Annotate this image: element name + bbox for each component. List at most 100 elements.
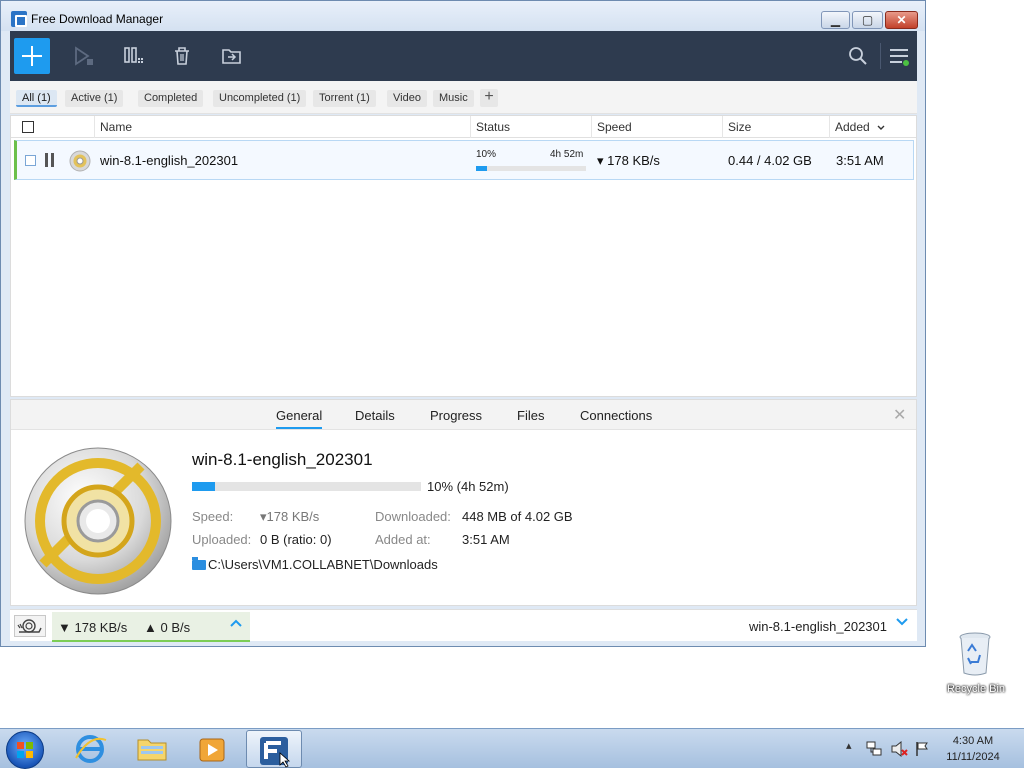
media-player-icon [199, 738, 225, 762]
title-bar[interactable]: Free Download Manager ▁ ▢ ✕ [1, 1, 925, 31]
details-progress-fill [192, 482, 215, 491]
tab-progress[interactable]: Progress [430, 408, 482, 423]
details-panel: General Details Progress Files Connectio… [10, 399, 917, 606]
chevron-down-icon[interactable] [896, 617, 908, 627]
folder-icon [192, 557, 206, 570]
recycle-bin[interactable]: Recycle Bin [947, 631, 1005, 701]
status-current-download: win-8.1-english_202301 [748, 619, 887, 634]
close-button[interactable]: ✕ [885, 11, 918, 29]
download-row[interactable]: win-8.1-english_202301 10% 4h 52m ▾ 178 … [14, 140, 914, 180]
row-size: 0.44 / 4.02 GB [728, 153, 812, 168]
network-icon[interactable] [866, 741, 884, 757]
filter-active[interactable]: Active (1) [65, 90, 124, 107]
status-bar: ▼ 178 KB/s ▲ 0 B/s win-8.1-english_20230… [10, 609, 917, 642]
menu-icon[interactable] [888, 45, 910, 67]
minimize-icon: ▁ [830, 13, 841, 27]
added-at-value: 3:51 AM [462, 532, 510, 547]
fdm-app-icon [11, 11, 27, 27]
window-title: Free Download Manager [31, 12, 164, 26]
uploaded-label: Uploaded: [192, 532, 252, 547]
clock-time: 4:30 AM [952, 735, 994, 747]
delete-icon[interactable] [171, 45, 193, 67]
main-toolbar [10, 31, 917, 81]
details-tabs: General Details Progress Files Connectio… [11, 400, 916, 430]
pause-icon[interactable] [44, 153, 56, 167]
row-name: win-8.1-english_202301 [100, 153, 239, 168]
row-added: 3:51 AM [836, 153, 884, 168]
move-icon[interactable] [221, 45, 243, 67]
tab-general[interactable]: General [276, 408, 323, 429]
clock-date: 11/11/2024 [946, 751, 1000, 763]
upload-speed: ▲ 0 B/s [144, 620, 191, 635]
pause-all-icon[interactable] [123, 45, 145, 67]
row-speed: ▾ 178 KB/s [597, 153, 660, 168]
filter-uncompleted[interactable]: Uncompleted (1) [213, 90, 307, 107]
speed-label: Speed: [192, 509, 234, 524]
filter-video[interactable]: Video [387, 90, 427, 107]
start-button[interactable] [6, 731, 44, 769]
taskbar-file-explorer[interactable] [124, 730, 180, 768]
column-header: Name Status Speed Size Added [11, 116, 916, 138]
filter-completed[interactable]: Completed [138, 90, 204, 107]
search-icon[interactable] [847, 45, 869, 67]
toolbar-separator [880, 43, 881, 69]
chevron-up-icon[interactable] [230, 618, 242, 628]
download-speed: ▼ 178 KB/s [58, 620, 128, 635]
tab-connections[interactable]: Connections [580, 408, 652, 423]
row-progress-fill [476, 166, 487, 171]
taskbar-media-player[interactable] [185, 730, 241, 768]
filter-bar: All (1) Active (1) Completed Uncompleted… [10, 81, 917, 114]
downloaded-value: 448 MB of 4.02 GB [462, 509, 573, 524]
resume-icon[interactable] [72, 45, 94, 67]
minimize-button[interactable]: ▁ [821, 11, 850, 29]
windows-logo-icon [17, 742, 33, 758]
row-progress-bar [476, 166, 586, 171]
snail-icon [17, 619, 42, 633]
column-size[interactable]: Size [722, 116, 829, 138]
taskbar-internet-explorer[interactable] [62, 730, 118, 768]
recycle-bin-icon [959, 632, 991, 676]
details-file-name: win-8.1-english_202301 [192, 450, 373, 469]
sort-down-icon [877, 125, 885, 130]
column-name[interactable]: Name [94, 116, 470, 138]
show-hidden-icons-button[interactable]: ▴ [846, 739, 852, 752]
folder-explorer-icon [137, 739, 167, 761]
details-close-icon[interactable]: ✕ [893, 405, 906, 425]
row-eta: 4h 52m [550, 149, 584, 160]
add-filter-button[interactable]: + [480, 89, 498, 107]
action-center-flag-icon[interactable] [914, 741, 930, 757]
volume-muted-icon[interactable] [891, 741, 909, 757]
select-all-checkbox[interactable] [22, 121, 34, 133]
add-download-button[interactable] [14, 38, 50, 74]
row-checkbox[interactable] [25, 155, 36, 166]
column-status[interactable]: Status [470, 116, 591, 138]
disc-image-large-icon [24, 447, 172, 595]
downloaded-label: Downloaded: [375, 509, 451, 524]
tab-details[interactable]: Details [355, 408, 395, 423]
recycle-bin-label: Recycle Bin [946, 683, 1006, 695]
download-path-link[interactable]: C:\Users\VM1.COLLABNET\Downloads [208, 557, 438, 572]
app-window: Free Download Manager ▁ ▢ ✕ All (1) Acti… [0, 0, 926, 647]
tab-files[interactable]: Files [517, 408, 544, 423]
filter-music[interactable]: Music [433, 90, 474, 107]
fdm-taskbar-icon [260, 737, 291, 768]
maximize-icon: ▢ [861, 13, 874, 27]
uploaded-value: 0 B (ratio: 0) [260, 532, 332, 547]
column-added[interactable]: Added [829, 116, 916, 138]
details-progress-bar [192, 482, 421, 491]
close-icon: ✕ [896, 13, 907, 27]
taskbar-free-download-manager[interactable] [246, 730, 302, 768]
maximize-button[interactable]: ▢ [852, 11, 883, 29]
filter-all[interactable]: All (1) [16, 90, 57, 107]
filter-torrent[interactable]: Torrent (1) [313, 90, 376, 107]
column-speed[interactable]: Speed [591, 116, 722, 138]
internet-explorer-icon [75, 735, 107, 763]
disc-image-icon [69, 150, 91, 172]
download-list: Name Status Speed Size Added win-8.1-eng… [10, 115, 917, 397]
speed-limit-toggle[interactable] [14, 615, 46, 637]
speed-value: ▾178 KB/s [260, 509, 320, 524]
column-added-label: Added [835, 120, 870, 134]
speed-summary[interactable]: ▼ 178 KB/s ▲ 0 B/s [52, 612, 250, 642]
system-clock[interactable]: 4:30 AM 11/11/2024 [940, 733, 1006, 765]
row-progress-percent: 10% [476, 149, 497, 160]
